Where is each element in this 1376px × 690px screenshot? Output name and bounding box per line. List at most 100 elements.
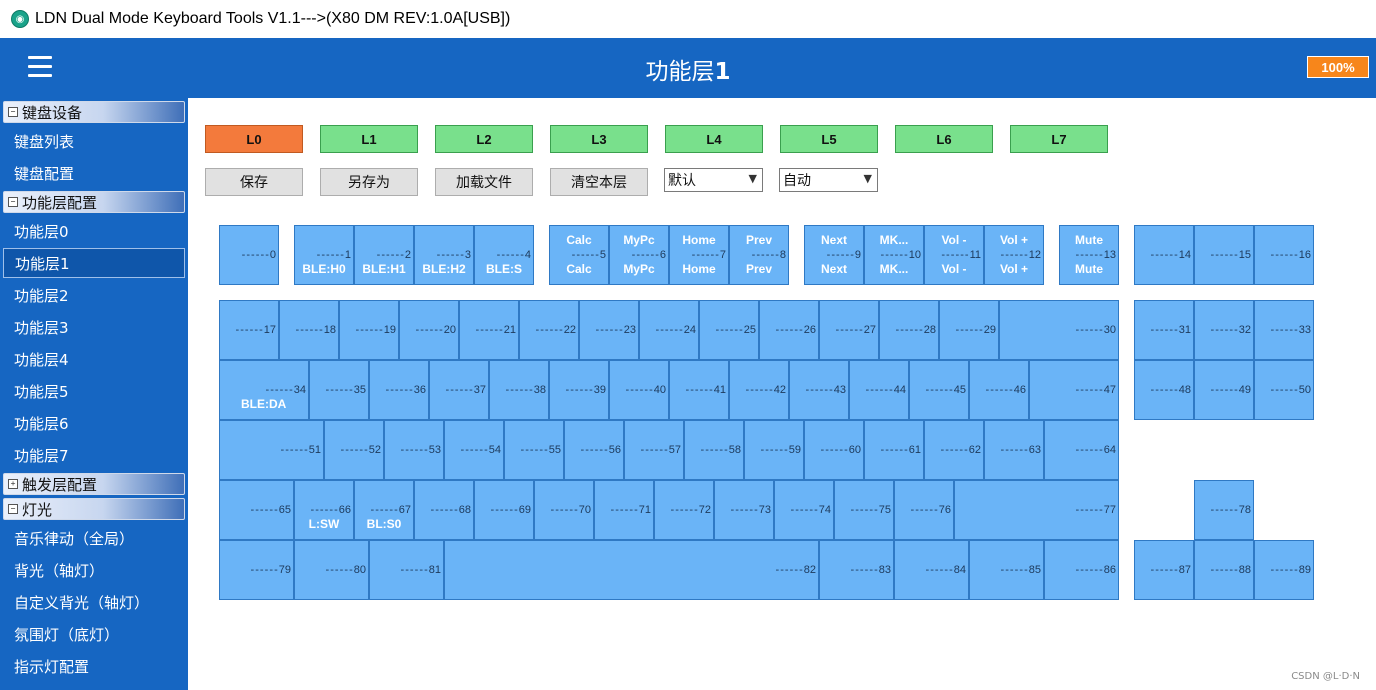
sidebar-item-layer-3[interactable]: 功能层3 [3,312,185,342]
key-50[interactable]: 50 [1254,360,1314,420]
key-9[interactable]: Next9Next [804,225,864,285]
key-7[interactable]: Home7Home [669,225,729,285]
key-8[interactable]: Prev8Prev [729,225,789,285]
key-82[interactable]: 82 [444,540,819,600]
key-40[interactable]: 40 [609,360,669,420]
key-18[interactable]: 18 [279,300,339,360]
key-46[interactable]: 46 [969,360,1029,420]
sidebar-item-layer-2[interactable]: 功能层2 [3,280,185,310]
key-64[interactable]: 64 [1044,420,1119,480]
key-88[interactable]: 88 [1194,540,1254,600]
key-52[interactable]: 52 [324,420,384,480]
key-22[interactable]: 22 [519,300,579,360]
key-3[interactable]: 3BLE:H2 [414,225,474,285]
key-30[interactable]: 30 [999,300,1119,360]
key-35[interactable]: 35 [309,360,369,420]
sidebar-item-layer-4[interactable]: 功能层4 [3,344,185,374]
key-34[interactable]: 34BLE:DA [219,360,309,420]
key-44[interactable]: 44 [849,360,909,420]
key-70[interactable]: 70 [534,480,594,540]
layer-button-l0[interactable]: L0 [205,125,303,153]
key-36[interactable]: 36 [369,360,429,420]
sidebar-group-keyboard-devices[interactable]: − 键盘设备 [3,101,185,123]
layer-button-l7[interactable]: L7 [1010,125,1108,153]
key-29[interactable]: 29 [939,300,999,360]
sidebar-item-layer-0[interactable]: 功能层0 [3,216,185,246]
key-15[interactable]: 15 [1194,225,1254,285]
key-19[interactable]: 19 [339,300,399,360]
key-55[interactable]: 55 [504,420,564,480]
key-45[interactable]: 45 [909,360,969,420]
save-button[interactable]: 保存 [205,168,303,196]
key-89[interactable]: 89 [1254,540,1314,600]
sidebar-group-trigger-layer[interactable]: + 触发层配置 [3,473,185,495]
key-81[interactable]: 81 [369,540,444,600]
key-0[interactable]: 0 [219,225,279,285]
key-21[interactable]: 21 [459,300,519,360]
key-43[interactable]: 43 [789,360,849,420]
collapse-icon[interactable]: − [8,107,18,117]
collapse-icon[interactable]: − [8,504,18,514]
key-31[interactable]: 31 [1134,300,1194,360]
sidebar-item-keyboard-config[interactable]: 键盘配置 [3,158,185,188]
layer-button-l3[interactable]: L3 [550,125,648,153]
key-57[interactable]: 57 [624,420,684,480]
sidebar-item-layer-5[interactable]: 功能层5 [3,376,185,406]
key-76[interactable]: 76 [894,480,954,540]
load-file-button[interactable]: 加载文件 [435,168,533,196]
key-65[interactable]: 65 [219,480,294,540]
mode-select[interactable]: 默认 ▼ [664,168,763,192]
key-25[interactable]: 25 [699,300,759,360]
sidebar-item-layer-6[interactable]: 功能层6 [3,408,185,438]
key-23[interactable]: 23 [579,300,639,360]
sidebar-item-backlight[interactable]: 背光（轴灯） [3,555,185,585]
key-83[interactable]: 83 [819,540,894,600]
key-20[interactable]: 20 [399,300,459,360]
key-10[interactable]: MK...10MK... [864,225,924,285]
key-77[interactable]: 77 [954,480,1119,540]
key-87[interactable]: 87 [1134,540,1194,600]
key-42[interactable]: 42 [729,360,789,420]
key-48[interactable]: 48 [1134,360,1194,420]
key-86[interactable]: 86 [1044,540,1119,600]
key-72[interactable]: 72 [654,480,714,540]
key-62[interactable]: 62 [924,420,984,480]
key-51[interactable]: 51 [219,420,324,480]
key-2[interactable]: 2BLE:H1 [354,225,414,285]
key-6[interactable]: MyPc6MyPc [609,225,669,285]
key-69[interactable]: 69 [474,480,534,540]
sidebar-item-indicator-config[interactable]: 指示灯配置 [3,651,185,681]
key-74[interactable]: 74 [774,480,834,540]
key-78[interactable]: 78 [1194,480,1254,540]
key-56[interactable]: 56 [564,420,624,480]
key-47[interactable]: 47 [1029,360,1119,420]
layer-button-l2[interactable]: L2 [435,125,533,153]
key-66[interactable]: 66L:SW [294,480,354,540]
key-68[interactable]: 68 [414,480,474,540]
key-60[interactable]: 60 [804,420,864,480]
key-26[interactable]: 26 [759,300,819,360]
key-79[interactable]: 79 [219,540,294,600]
key-12[interactable]: Vol +12Vol + [984,225,1044,285]
key-49[interactable]: 49 [1194,360,1254,420]
sidebar-item-music-rhythm[interactable]: 音乐律动（全局） [3,523,185,553]
key-33[interactable]: 33 [1254,300,1314,360]
key-58[interactable]: 58 [684,420,744,480]
clear-layer-button[interactable]: 清空本层 [550,168,648,196]
key-73[interactable]: 73 [714,480,774,540]
key-71[interactable]: 71 [594,480,654,540]
key-13[interactable]: Mute13Mute [1059,225,1119,285]
layer-button-l6[interactable]: L6 [895,125,993,153]
sidebar-group-layer-config[interactable]: − 功能层配置 [3,191,185,213]
key-41[interactable]: 41 [669,360,729,420]
layer-button-l1[interactable]: L1 [320,125,418,153]
key-11[interactable]: Vol -11Vol - [924,225,984,285]
key-32[interactable]: 32 [1194,300,1254,360]
save-as-button[interactable]: 另存为 [320,168,418,196]
key-27[interactable]: 27 [819,300,879,360]
key-67[interactable]: 67BL:S0 [354,480,414,540]
sidebar-item-custom-backlight[interactable]: 自定义背光（轴灯） [3,587,185,617]
key-28[interactable]: 28 [879,300,939,360]
key-84[interactable]: 84 [894,540,969,600]
collapse-icon[interactable]: − [8,197,18,207]
